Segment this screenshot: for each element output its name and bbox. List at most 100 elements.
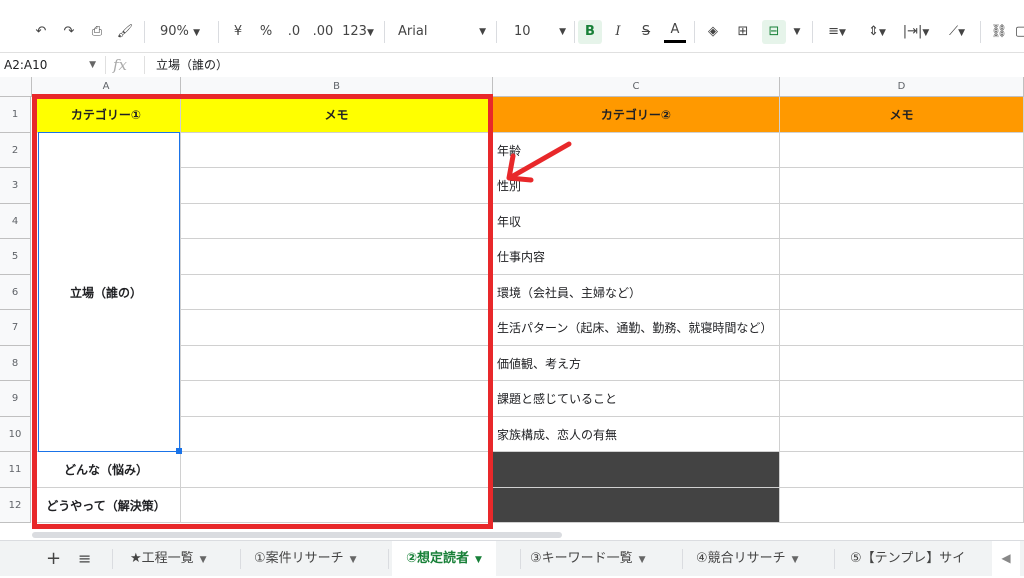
row-header[interactable]: 8 xyxy=(0,346,31,381)
tab-label: ③キーワード一覧 xyxy=(530,551,633,566)
print-icon[interactable]: ⎙ xyxy=(86,20,108,44)
column-header-c[interactable]: C xyxy=(493,77,780,97)
memo-cell[interactable] xyxy=(181,168,493,204)
memo-cell[interactable] xyxy=(780,275,1024,310)
tab-case-research[interactable]: ①案件リサーチ ▼ xyxy=(248,541,363,576)
redo-icon[interactable]: ↷ xyxy=(58,20,80,44)
borders-icon[interactable]: ⊞ xyxy=(732,20,754,44)
toolbar-divider xyxy=(384,21,385,43)
horizontal-align-icon[interactable]: ≡▼ xyxy=(820,20,854,44)
row-header[interactable]: 7 xyxy=(0,310,31,346)
tab-competitor-research[interactable]: ④競合リサーチ ▼ xyxy=(690,541,805,576)
vertical-align-icon[interactable]: ⇕▼ xyxy=(860,20,894,44)
header-cell-memo-2[interactable]: メモ xyxy=(780,97,1024,133)
scroll-tabs-left-icon[interactable]: ◀ xyxy=(992,541,1020,576)
column-header-a[interactable]: A xyxy=(32,77,181,97)
memo-cell[interactable] xyxy=(780,310,1024,346)
paint-format-icon[interactable]: 🖌 xyxy=(114,20,136,44)
text-rotate-icon[interactable]: ⟋▼ xyxy=(940,20,974,44)
filled-cell[interactable] xyxy=(493,488,780,523)
category-cell-job[interactable]: 仕事内容 xyxy=(493,239,780,275)
increase-decimal-button[interactable]: .00 xyxy=(310,20,336,44)
memo-cell[interactable] xyxy=(780,417,1024,452)
memo-cell[interactable] xyxy=(181,239,493,275)
header-cell-category-1[interactable]: カテゴリー① xyxy=(32,97,181,133)
column-header-d[interactable]: D xyxy=(780,77,1024,97)
text-wrap-icon[interactable]: |⇥|▼ xyxy=(898,20,934,44)
category-cell-family[interactable]: 家族構成、恋人の有無 xyxy=(493,417,780,452)
memo-cell[interactable] xyxy=(181,381,493,417)
memo-cell[interactable] xyxy=(181,275,493,310)
cell-solution[interactable]: どうやって（解決策） xyxy=(32,488,181,523)
font-select[interactable]: Arial ▼ xyxy=(392,20,488,44)
cell-worry[interactable]: どんな（悩み） xyxy=(32,452,181,488)
memo-cell[interactable] xyxy=(780,452,1024,488)
row-header[interactable]: 6 xyxy=(0,275,31,310)
category-cell-values[interactable]: 価値観、考え方 xyxy=(493,346,780,381)
row-header[interactable]: 4 xyxy=(0,204,31,239)
tab-process-list[interactable]: ★工程一覧 ▼ xyxy=(124,541,213,576)
row-header[interactable]: 2 xyxy=(0,133,31,168)
select-all-corner[interactable] xyxy=(0,77,32,97)
row-header[interactable]: 10 xyxy=(0,417,31,452)
tab-target-reader[interactable]: ②想定読者 ▼ xyxy=(392,541,496,576)
comment-icon[interactable]: ▢ xyxy=(1014,20,1024,44)
category-cell-income[interactable]: 年収 xyxy=(493,204,780,239)
header-cell-category-2[interactable]: カテゴリー② xyxy=(493,97,780,133)
currency-button[interactable]: ¥ xyxy=(228,20,248,44)
font-name: Arial xyxy=(398,24,428,39)
fill-color-icon[interactable]: ◈ xyxy=(702,20,724,44)
memo-cell[interactable] xyxy=(780,168,1024,204)
filled-cell[interactable] xyxy=(493,452,780,488)
row-header[interactable]: 12 xyxy=(0,488,31,523)
strikethrough-button[interactable]: S xyxy=(636,20,656,44)
name-box[interactable]: A2:A10 ▼ xyxy=(4,56,100,74)
link-icon[interactable]: ⛓ xyxy=(988,20,1010,44)
memo-cell[interactable] xyxy=(181,488,493,523)
category-cell-environment[interactable]: 環境（会社員、主婦など） xyxy=(493,275,780,310)
decrease-decimal-button[interactable]: .0 xyxy=(282,20,306,44)
merge-cells-icon[interactable]: ⊟ xyxy=(762,20,786,44)
horizontal-scrollbar[interactable] xyxy=(0,530,1024,540)
memo-cell[interactable] xyxy=(780,488,1024,523)
all-sheets-icon[interactable]: ≡ xyxy=(72,541,97,576)
formula-input[interactable]: 立場（誰の） xyxy=(156,53,228,77)
text-color-button[interactable]: A xyxy=(664,20,686,43)
column-header-b[interactable]: B xyxy=(181,77,493,97)
undo-icon[interactable]: ↶ xyxy=(30,20,52,44)
memo-cell[interactable] xyxy=(181,452,493,488)
row-header[interactable]: 3 xyxy=(0,168,31,204)
memo-cell[interactable] xyxy=(780,204,1024,239)
header-cell-memo-1[interactable]: メモ xyxy=(181,97,493,133)
memo-cell[interactable] xyxy=(181,204,493,239)
memo-cell[interactable] xyxy=(780,346,1024,381)
tab-template-site[interactable]: ⑤【テンプレ】サイ xyxy=(844,541,986,576)
memo-cell[interactable] xyxy=(780,239,1024,275)
chevron-down-icon: ▼ xyxy=(479,27,486,37)
add-sheet-icon[interactable]: + xyxy=(40,541,67,576)
category-cell-lifestyle[interactable]: 生活パターン（起床、通勤、勤務、就寝時間など） xyxy=(493,310,780,346)
row-header[interactable]: 11 xyxy=(0,452,31,488)
font-size-select[interactable]: 10 ▼ xyxy=(506,20,568,44)
chevron-down-icon[interactable]: ▼ xyxy=(790,20,804,44)
row-header[interactable]: 5 xyxy=(0,239,31,275)
memo-cell[interactable] xyxy=(780,381,1024,417)
memo-cell[interactable] xyxy=(181,310,493,346)
memo-cell[interactable] xyxy=(181,133,493,168)
zoom-select[interactable]: 90% ▼ xyxy=(152,20,208,44)
tab-keyword-list[interactable]: ③キーワード一覧 ▼ xyxy=(524,541,652,576)
more-formats-button[interactable]: 123▼ xyxy=(340,20,376,44)
scrollbar-thumb[interactable] xyxy=(32,532,562,538)
bold-button[interactable]: B xyxy=(578,20,602,44)
row-header[interactable]: 1 xyxy=(0,97,31,133)
memo-cell[interactable] xyxy=(181,417,493,452)
category-cell-issues[interactable]: 課題と感じていること xyxy=(493,381,780,417)
row-header[interactable]: 9 xyxy=(0,381,31,417)
percent-button[interactable]: % xyxy=(256,20,276,44)
merged-cell-position[interactable]: 立場（誰の） xyxy=(32,133,181,452)
memo-cell[interactable] xyxy=(181,346,493,381)
memo-cell[interactable] xyxy=(780,133,1024,168)
italic-button[interactable]: I xyxy=(608,20,628,44)
fill-handle[interactable] xyxy=(176,448,182,454)
zoom-value: 90% xyxy=(160,24,189,39)
